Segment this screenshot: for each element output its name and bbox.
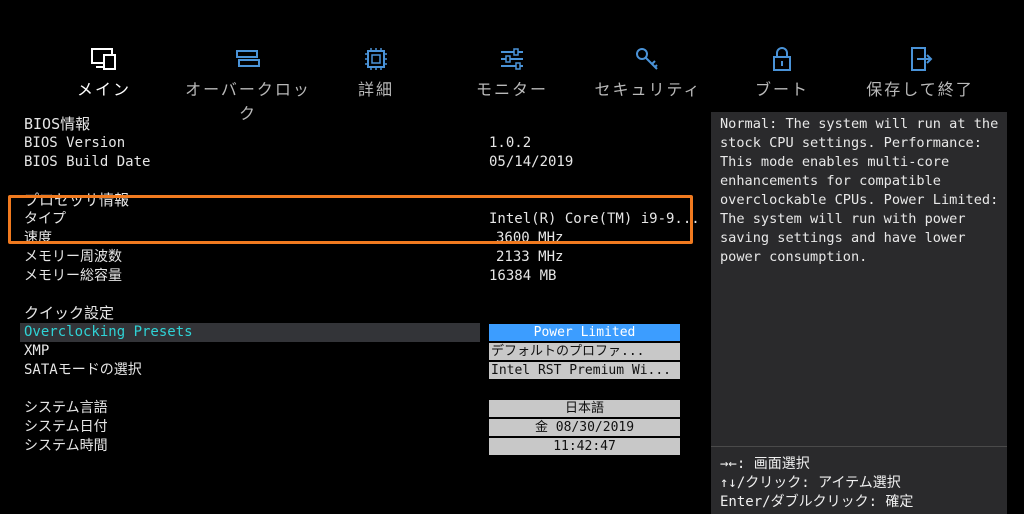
tab-security[interactable]: セキュリティ [578,40,718,100]
lock-icon [773,47,791,71]
section-bios-info: BIOS情報 [24,115,91,133]
sata-mode-label[interactable]: SATAモードの選択 [24,361,142,380]
bios-version-value: 1.0.2 [489,135,532,151]
cpu-chip-icon [365,48,387,70]
xmp-label[interactable]: XMP [24,342,49,361]
bios-build-label: BIOS Build Date [24,154,151,170]
system-date-label[interactable]: システム日付 [24,418,108,437]
memory-frequency-value: 2133 MHz [496,249,564,265]
computer-icon [91,48,116,70]
system-time-label[interactable]: システム時間 [24,437,108,456]
xmp-select[interactable]: デフォルトのプロファ... [489,343,680,360]
tab-label: 保存して終了 [866,80,974,99]
annotation-highlight-box [8,195,693,244]
exit-door-icon [911,47,933,71]
tab-label: セキュリティ [594,80,702,99]
sliders-icon [501,48,523,70]
main-settings-panel: BIOS情報 BIOS Version 1.0.2 BIOS Build Dat… [0,112,708,514]
bios-version-label: BIOS Version [24,135,126,151]
tab-label: メイン [76,80,131,99]
bios-build-value: 05/14/2019 [489,154,574,170]
sata-mode-select[interactable]: Intel RST Premium Wi... [489,362,680,379]
tab-monitor[interactable]: モニター [442,40,582,100]
tab-save-exit[interactable]: 保存して終了 [850,40,990,100]
tab-label: 詳細 [357,80,394,99]
tab-main[interactable]: メイン [34,40,174,100]
help-divider [711,446,1007,447]
key-icon [636,48,658,70]
system-time-field[interactable]: 11:42:47 [489,438,680,455]
memory-total-value: 16384 MB [489,268,557,284]
memory-frequency-label: メモリー周波数 [24,249,122,265]
section-quick-settings: クイック設定 [24,304,115,322]
overclocking-presets-select[interactable]: Power Limited [489,324,680,341]
tab-boot[interactable]: ブート [712,40,852,100]
system-date-field[interactable]: 金 08/30/2019 [489,419,680,436]
tab-label: モニター [475,80,548,99]
memory-total-label: メモリー総容量 [24,268,122,284]
tab-advanced[interactable]: 詳細 [306,40,446,100]
system-language-label[interactable]: システム言語 [24,399,108,418]
system-language-select[interactable]: 日本語 [489,400,680,417]
key-hint-item: ↑↓/クリック: アイテム選択 [720,475,901,491]
tab-label: ブート [754,80,809,99]
key-hint-screen: →←: 画面選択 [720,456,810,472]
overclocking-presets-label[interactable]: Overclocking Presets [24,323,193,342]
overclock-icon [236,50,260,67]
top-tab-bar: メイン オーバークロック 詳細 モニター セキュリティ ブート 保存して終了 [0,40,1024,123]
help-description: Normal: The system will run at the stock… [720,116,999,265]
help-panel: Normal: The system will run at the stock… [711,112,1007,514]
key-hint-enter: Enter/ダブルクリック: 確定 [720,494,914,510]
key-legend: →←: 画面選択 ↑↓/クリック: アイテム選択 Enter/ダブルクリック: … [720,455,913,512]
